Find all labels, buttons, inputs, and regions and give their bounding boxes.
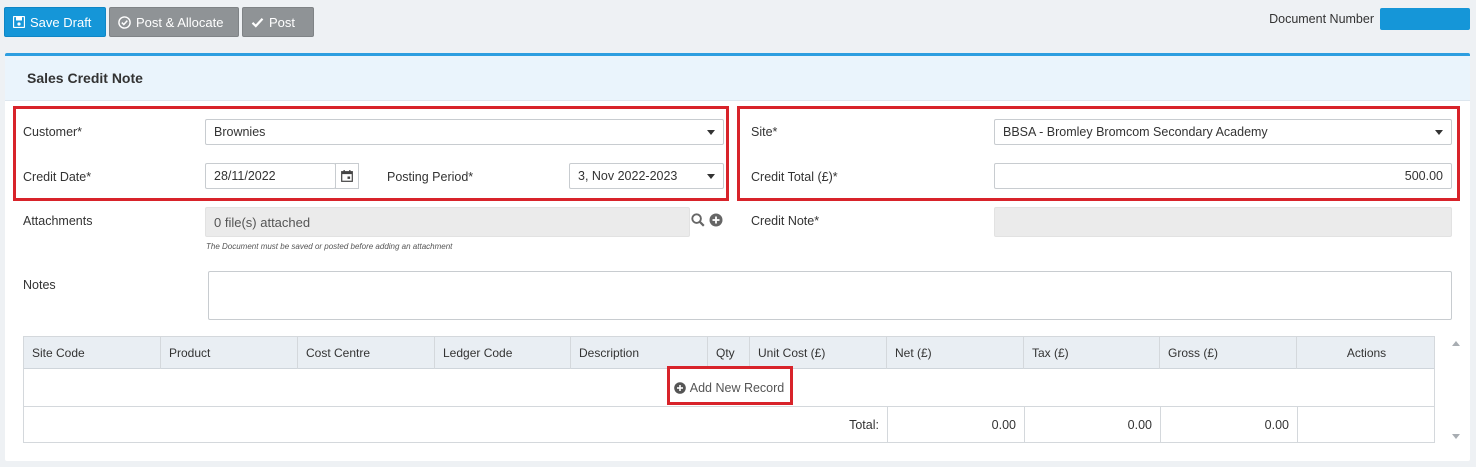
check-circle-icon [118, 15, 131, 29]
save-draft-button[interactable]: Save Draft [4, 7, 106, 37]
col-net[interactable]: Net (£) [887, 337, 1024, 369]
line-items-grid: Site Code Product Cost Centre Ledger Cod… [23, 336, 1435, 443]
add-new-record-label: Add New Record [689, 380, 785, 395]
col-site-code[interactable]: Site Code [24, 337, 161, 369]
grid-totals-row: Total: 0.00 0.00 0.00 [24, 407, 1434, 443]
credit-total-value: 500.00 [1404, 169, 1443, 183]
post-allocate-label: Post & Allocate [136, 14, 224, 30]
col-description[interactable]: Description [571, 337, 708, 369]
col-gross[interactable]: Gross (£) [1160, 337, 1297, 369]
post-label: Post [269, 14, 296, 30]
posting-period-value: 3, Nov 2022-2023 [578, 169, 678, 183]
site-value: BBSA - Bromley Bromcom Secondary Academy [1003, 125, 1268, 139]
total-actions [1297, 407, 1436, 443]
total-tax: 0.00 [1024, 407, 1160, 443]
calendar-icon [341, 170, 353, 182]
grid-add-row: Add New Record [24, 369, 1434, 407]
customer-value: Brownies [214, 125, 266, 139]
total-gross: 0.00 [1160, 407, 1297, 443]
credit-total-input[interactable]: 500.00 [994, 163, 1452, 189]
attachments-label: Attachments [23, 214, 93, 228]
post-allocate-button[interactable]: Post & Allocate [109, 7, 239, 37]
col-ledger-code[interactable]: Ledger Code [435, 337, 571, 369]
floppy-icon [13, 16, 25, 28]
customer-select[interactable]: Brownies [205, 119, 724, 145]
credit-note-label: Credit Note* [751, 214, 820, 228]
notes-label: Notes [23, 278, 56, 292]
panel-title: Sales Credit Note [5, 56, 1470, 101]
credit-date-input[interactable]: 28/11/2022 [205, 163, 336, 189]
post-button[interactable]: Post [242, 7, 314, 37]
document-number-value [1380, 8, 1470, 30]
credit-total-label: Credit Total (£)* [751, 170, 838, 184]
add-attachment-icon[interactable] [709, 213, 723, 227]
attachments-field: 0 file(s) attached [205, 207, 690, 237]
col-product[interactable]: Product [161, 337, 298, 369]
scroll-up-icon[interactable] [1452, 341, 1460, 346]
col-unit-cost[interactable]: Unit Cost (£) [750, 337, 887, 369]
chevron-down-icon [707, 173, 715, 179]
notes-textarea[interactable] [208, 271, 1452, 320]
customer-label: Customer* [23, 125, 83, 139]
site-label: Site* [751, 125, 778, 139]
posting-period-select[interactable]: 3, Nov 2022-2023 [569, 163, 724, 189]
check-icon [251, 17, 264, 28]
plus-circle-icon [673, 381, 686, 394]
scroll-down-icon[interactable] [1452, 434, 1460, 439]
search-icon[interactable] [691, 213, 705, 227]
col-cost-centre[interactable]: Cost Centre [298, 337, 435, 369]
credit-note-field [994, 207, 1452, 237]
chevron-down-icon [1435, 129, 1443, 135]
site-select[interactable]: BBSA - Bromley Bromcom Secondary Academy [994, 119, 1452, 145]
save-draft-label: Save Draft [30, 14, 92, 30]
col-actions: Actions [1346, 346, 1387, 360]
add-new-record-button[interactable]: Add New Record [673, 380, 785, 395]
chevron-down-icon [707, 129, 715, 135]
total-net: 0.00 [887, 407, 1024, 443]
toolbar: Save Draft Post & Allocate Post Document… [0, 0, 1476, 44]
credit-date-value: 28/11/2022 [214, 169, 276, 183]
posting-period-label: Posting Period* [387, 170, 474, 184]
document-number-label: Document Number [1269, 12, 1374, 26]
grid-header: Site Code Product Cost Centre Ledger Cod… [24, 337, 1434, 369]
calendar-button[interactable] [335, 163, 359, 189]
credit-date-label: Credit Date* [23, 170, 92, 184]
total-label: Total: [849, 418, 879, 432]
attachments-hint: The Document must be saved or posted bef… [206, 242, 453, 251]
col-tax[interactable]: Tax (£) [1024, 337, 1160, 369]
col-qty[interactable]: Qty [708, 337, 750, 369]
grid-scrollbar[interactable] [1449, 338, 1463, 442]
attachments-value: 0 file(s) attached [214, 214, 311, 230]
